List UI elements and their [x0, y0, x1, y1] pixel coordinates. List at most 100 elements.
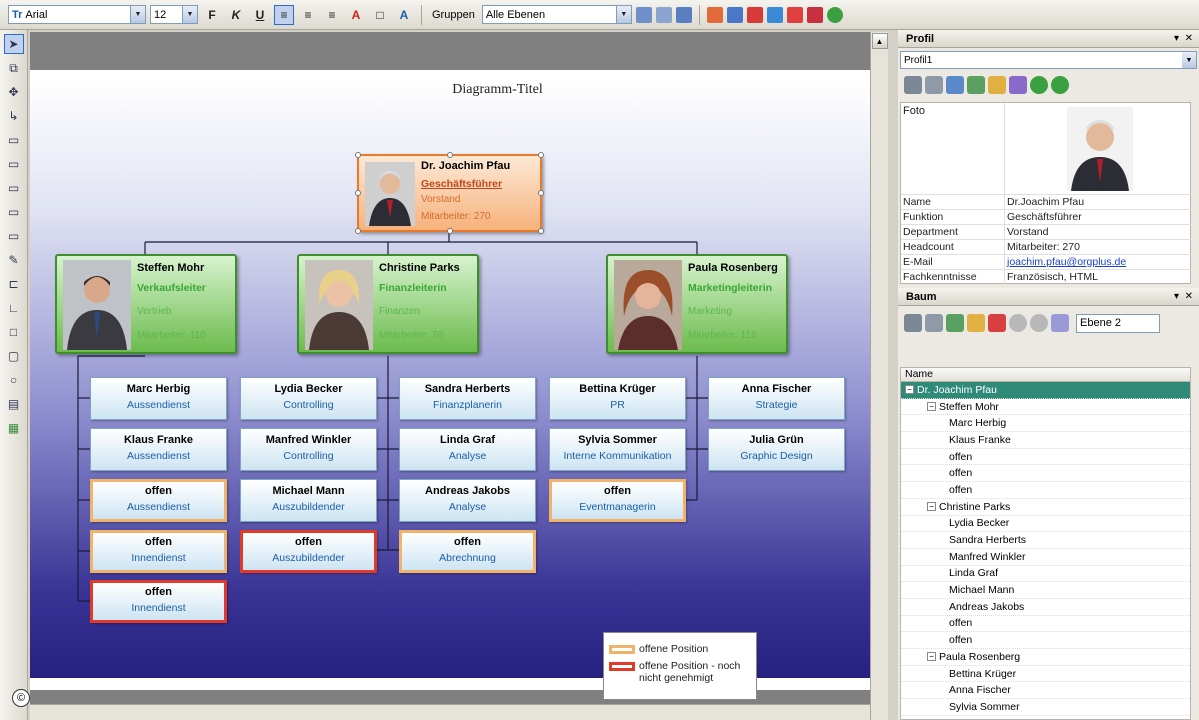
bold-button[interactable]: F — [202, 5, 222, 25]
expand-toggle-icon[interactable]: − — [905, 385, 914, 395]
resize-handle[interactable] — [355, 190, 361, 196]
move-icon[interactable]: ✥ — [4, 82, 24, 102]
add-right-icon[interactable]: ▭ — [4, 178, 24, 198]
add-assistant-icon[interactable]: ▭ — [4, 226, 24, 246]
property-row[interactable]: Funktion Geschäftsführer — [901, 209, 1192, 224]
employee-box[interactable]: Marc Herbig Aussendienst — [90, 377, 227, 420]
expand-toggle-icon[interactable]: − — [927, 652, 936, 662]
resize-handle[interactable] — [538, 152, 544, 158]
align-right-button[interactable]: ≡ — [322, 5, 342, 25]
print-icon[interactable] — [904, 314, 922, 332]
tree-node[interactable]: Manfred Winkler — [901, 549, 1190, 566]
scroll-up-icon[interactable]: ▲ — [871, 33, 888, 49]
level-select[interactable]: Ebene 2 — [1076, 313, 1160, 333]
print-icon[interactable] — [904, 76, 922, 94]
resize-handle[interactable] — [355, 152, 361, 158]
rounded-rectangle-icon[interactable]: ▢ — [4, 346, 24, 366]
chart-tool-icon[interactable] — [706, 6, 723, 23]
close-icon[interactable]: ✕ — [1185, 291, 1193, 302]
group-collapse-icon[interactable] — [675, 6, 692, 23]
pin-icon[interactable]: ▾ — [1174, 291, 1179, 302]
resize-handle[interactable] — [538, 228, 544, 234]
pdf-icon[interactable] — [786, 6, 803, 23]
employee-box[interactable]: Linda Graf Analyse — [399, 428, 536, 471]
employee-box[interactable]: Sylvia Sommer Interne Kommunikation — [549, 428, 686, 471]
refresh-icon[interactable] — [826, 6, 843, 23]
profile-select[interactable]: Profil1 ▼ — [900, 51, 1197, 69]
open-position-box[interactable]: offen Aussendienst — [90, 479, 227, 522]
align-left-button[interactable]: ≡ — [274, 4, 294, 25]
tree-node[interactable]: offen — [901, 616, 1190, 633]
open-position-box[interactable]: offen Innendienst — [90, 530, 227, 573]
employee-box[interactable]: Michael Mann Auszubildender — [240, 479, 377, 522]
back-icon[interactable] — [1030, 76, 1048, 94]
pin-icon[interactable]: ▾ — [1174, 33, 1179, 44]
add-above-icon[interactable]: ▭ — [4, 130, 24, 150]
filter-icon[interactable] — [746, 6, 763, 23]
add-below-icon[interactable]: ▭ — [4, 202, 24, 222]
unapproved-position-box[interactable]: offen Auszubildender — [240, 530, 377, 573]
tree-node[interactable]: offen — [901, 482, 1190, 499]
tree-node[interactable]: − Paula Rosenberg — [901, 649, 1190, 666]
tree-node[interactable]: − Dr. Joachim Pfau — [901, 382, 1190, 399]
report-icon[interactable] — [726, 6, 743, 23]
group-tool-icon[interactable] — [635, 6, 652, 23]
refresh-icon[interactable] — [946, 314, 964, 332]
groups-select[interactable]: Alle Ebenen ▼ — [481, 5, 632, 24]
save-icon[interactable] — [925, 314, 943, 332]
select-group-icon[interactable]: ⧉ — [4, 58, 24, 78]
copy-icon[interactable] — [946, 76, 964, 94]
email-link[interactable]: joachim.pfau@orgplus.de — [1007, 256, 1126, 268]
resize-handle[interactable] — [447, 228, 453, 234]
vertical-scrollbar[interactable]: ▲ — [870, 32, 888, 720]
employee-box[interactable]: Anna Fischer Strategie — [708, 377, 845, 420]
font-color-button[interactable]: A — [346, 5, 366, 25]
employee-box[interactable]: Klaus Franke Aussendienst — [90, 428, 227, 471]
chevron-down-icon[interactable]: ▼ — [615, 6, 631, 23]
open-position-box[interactable]: offen Abrechnung — [399, 530, 536, 573]
save-icon[interactable] — [925, 76, 943, 94]
employee-box[interactable]: Julia Grün Graphic Design — [708, 428, 845, 471]
legend[interactable]: offene Position offene Position - noch n… — [603, 632, 757, 700]
employee-box[interactable]: Andreas Jakobs Analyse — [399, 479, 536, 522]
ceo-box[interactable]: Dr. Joachim Pfau Geschäftsführer Vorstan… — [355, 152, 544, 234]
tree-node[interactable]: Linda Graf — [901, 566, 1190, 583]
property-row[interactable]: Headcount Mitarbeiter: 270 — [901, 239, 1192, 254]
font-name-select[interactable]: Tr Arial ▼ — [8, 5, 146, 24]
tree-node[interactable]: Michael Mann — [901, 582, 1190, 599]
select-arrow-icon[interactable]: ➤ — [3, 34, 24, 54]
employee-box[interactable]: Bettina Krüger PR — [549, 377, 686, 420]
align-center-button[interactable]: ≡ — [298, 5, 318, 25]
border-button[interactable]: □ — [370, 5, 390, 25]
property-row[interactable]: E-Mail joachim.pfau@orgplus.de — [901, 254, 1192, 269]
tree-node[interactable]: offen — [901, 465, 1190, 483]
line-icon[interactable]: ∟ — [4, 298, 24, 318]
tree-column-header[interactable]: Name — [901, 368, 1190, 382]
tree-node[interactable]: Julia Grün — [901, 716, 1190, 719]
add-left-icon[interactable]: ▭ — [4, 154, 24, 174]
employee-box[interactable]: Manfred Winkler Controlling — [240, 428, 377, 471]
tree-node[interactable]: − Christine Parks — [901, 499, 1190, 516]
tree-node[interactable]: Lydia Becker — [901, 516, 1190, 533]
branch-icon[interactable]: ⊏ — [4, 274, 24, 294]
open-position-box[interactable]: offen Eventmanagerin — [549, 479, 686, 522]
tree-node[interactable]: Sandra Herberts — [901, 532, 1190, 549]
tree-node[interactable]: Andreas Jakobs — [901, 599, 1190, 616]
font-size-select[interactable]: 12 ▼ — [150, 5, 198, 24]
expand-toggle-icon[interactable]: − — [927, 502, 936, 512]
picture-icon[interactable]: ▦ — [4, 418, 24, 438]
pen-icon[interactable]: ✎ — [4, 250, 24, 270]
tree-node[interactable]: Marc Herbig — [901, 415, 1190, 433]
manager-box-christine-parks[interactable]: Christine Parks Finanzleiterin Finanzen … — [297, 254, 479, 354]
group-expand-icon[interactable] — [655, 6, 672, 23]
unapproved-position-box[interactable]: offen Innendienst — [90, 580, 227, 623]
underline-button[interactable]: U — [250, 5, 270, 25]
resize-handle[interactable] — [538, 190, 544, 196]
italic-button[interactable]: K — [226, 5, 246, 25]
text-box-icon[interactable]: ▤ — [4, 394, 24, 414]
fill-color-button[interactable]: A — [394, 5, 414, 25]
find-icon[interactable] — [1051, 314, 1069, 332]
refresh-icon[interactable] — [967, 76, 985, 94]
forward-icon[interactable] — [1051, 76, 1069, 94]
tree-node[interactable]: Klaus Franke — [901, 432, 1190, 449]
